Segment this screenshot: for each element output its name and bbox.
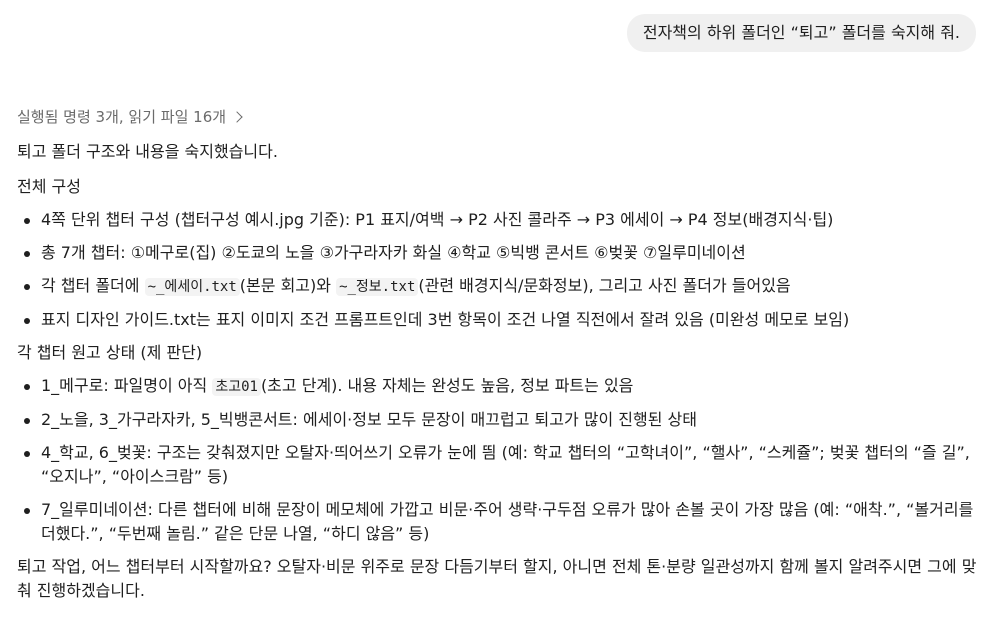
list-item: 각 챕터 폴더에 ~_에세이.txt (본문 회고)와 ~_정보.txt (관련 배… [17, 274, 977, 299]
status-list: 1_메구로: 파일명이 아직 초고01 (초고 단계). 내용 자체는 완성도 높… [17, 374, 977, 546]
list-item-text: 각 챕터 폴더에 [41, 276, 145, 295]
section-title-structure: 전체 구성 [17, 177, 81, 196]
list-item-text: (관련 배경지식/문화정보), 그리고 사진 폴더가 들어있음 [418, 276, 791, 295]
list-item: 4쪽 단위 챕터 구성 (챕터구성 예시.jpg 기준): P1 표지/여백 →… [17, 208, 977, 232]
structure-list: 4쪽 단위 챕터 구성 (챕터구성 예시.jpg 기준): P1 표지/여백 →… [17, 208, 977, 332]
list-item: 총 7개 챕터: ①메구로(집) ②도쿄의 노을 ③가구라자카 화실 ④학교 ⑤… [17, 241, 977, 265]
tool-activity-summary[interactable]: 실행됨 명령 3개, 읽기 파일 16개 [17, 106, 977, 128]
section-title-status: 각 챕터 원고 상태 (제 판단) [17, 343, 203, 362]
tool-activity-label: 실행됨 명령 3개, 읽기 파일 16개 [17, 108, 227, 126]
assistant-response: 실행됨 명령 3개, 읽기 파일 16개 퇴고 폴더 구조와 내용을 숙지했습니… [17, 106, 977, 603]
list-item: 7_일루미네이션: 다른 챕터에 비해 문장이 메모체에 가깝고 비문·주어 생… [17, 498, 977, 546]
inline-code: ~_에세이.txt [144, 278, 240, 296]
list-item-text: (초고 단계). 내용 자체는 완성도 높음, 정보 파트는 있음 [260, 376, 634, 395]
list-item: 2_노을, 3_가구라자카, 5_빅뱅콘서트: 에세이·정보 모두 문장이 매끄… [17, 408, 977, 432]
list-item: 4_학교, 6_벚꽃: 구조는 갖춰졌지만 오탈자·띄어쓰기 오류가 눈에 띔 … [17, 441, 977, 489]
inline-code: 초고01 [212, 378, 261, 396]
list-item-text: 1_메구로: 파일명이 아직 [41, 376, 213, 395]
list-item: 표지 디자인 가이드.txt는 표지 이미지 조건 프롬프트인데 3번 항목이 … [17, 308, 977, 332]
inline-code: ~_정보.txt [336, 278, 419, 296]
user-message-text: 전자책의 하위 폴더인 “퇴고” 폴더를 숙지해 줘. [642, 23, 960, 42]
chevron-right-icon [231, 111, 243, 123]
list-item: 1_메구로: 파일명이 아직 초고01 (초고 단계). 내용 자체는 완성도 높… [17, 374, 977, 399]
user-message-bubble: 전자책의 하위 폴더인 “퇴고” 폴더를 숙지해 줘. [626, 14, 976, 52]
list-item-text: (본문 회고)와 [239, 276, 337, 295]
response-intro: 퇴고 폴더 구조와 내용을 숙지했습니다. [17, 142, 278, 161]
response-closing: 퇴고 작업, 어느 챕터부터 시작할까요? 오탈자·비문 위주로 문장 다듬기부… [17, 557, 977, 600]
